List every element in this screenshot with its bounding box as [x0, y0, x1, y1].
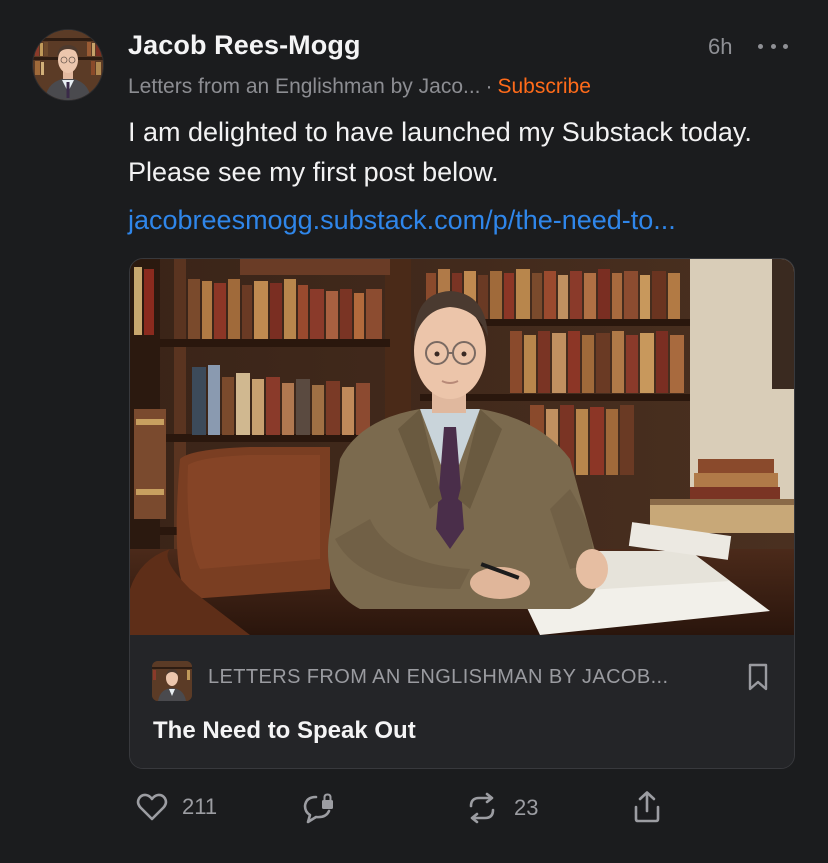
publication-line: Letters from an Englishman by Jaco... · Su… — [128, 75, 591, 99]
like-button[interactable]: 211 — [136, 792, 217, 822]
card-footer: LETTERS FROM AN ENGLISHMAN BY JACOB... T… — [130, 635, 794, 768]
publication-name[interactable]: Letters from an Englishman by Jaco... — [128, 75, 481, 98]
share-button[interactable] — [632, 790, 662, 824]
restack-count: 23 — [514, 795, 539, 820]
card-title: The Need to Speak Out — [153, 717, 416, 744]
post-timestamp: 6h — [708, 34, 733, 59]
comment-icon — [303, 793, 333, 824]
post-body: I am delighted to have launched my Subst… — [128, 117, 752, 187]
separator: · — [485, 75, 493, 98]
card-publication-name: LETTERS FROM AN ENGLISHMAN BY JACOB... — [208, 666, 669, 688]
publication-logo — [152, 661, 192, 701]
bookmark-icon[interactable] — [746, 662, 770, 692]
heart-icon — [136, 793, 168, 821]
share-icon — [634, 791, 660, 823]
embedded-post-card[interactable]: LETTERS FROM AN ENGLISHMAN BY JACOB... T… — [129, 258, 795, 769]
more-options-icon[interactable] — [756, 31, 790, 61]
subscribe-button[interactable]: Subscribe — [498, 75, 591, 98]
author-avatar[interactable] — [33, 30, 103, 100]
action-bar: 211 23 — [0, 780, 828, 840]
like-count: 211 — [182, 794, 218, 819]
restack-button[interactable]: 23 — [466, 792, 538, 824]
comment-button[interactable] — [302, 792, 336, 826]
post-cover-image — [130, 259, 794, 635]
author-name[interactable]: Jacob Rees-Mogg — [128, 30, 361, 61]
restack-icon — [469, 792, 495, 824]
post-link[interactable]: jacobreesmogg.substack.com/p/the-need-to… — [128, 205, 676, 236]
